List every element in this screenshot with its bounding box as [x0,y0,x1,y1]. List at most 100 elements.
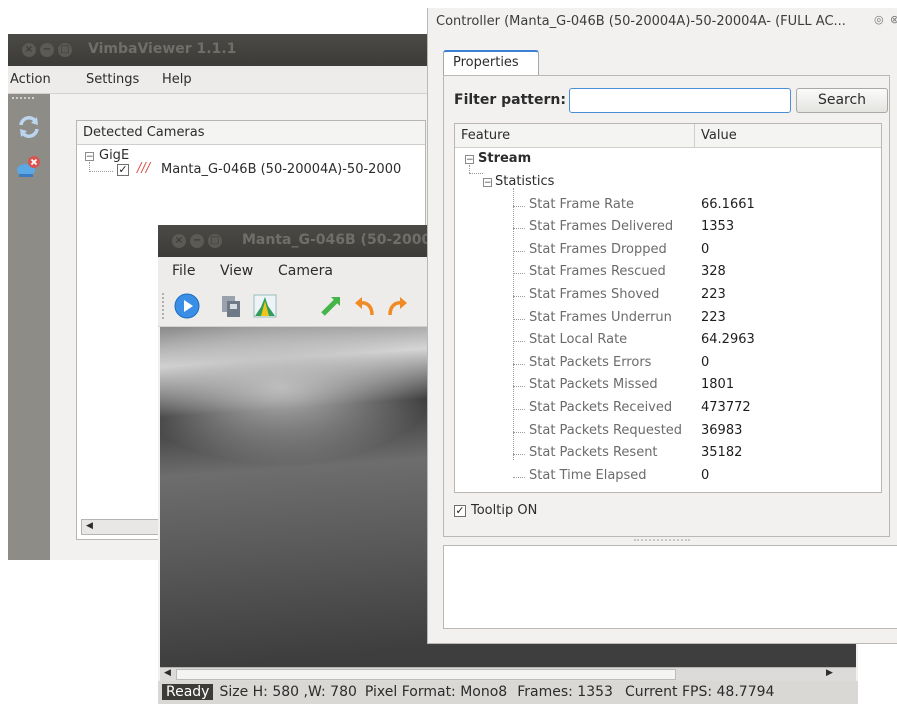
feature-value[interactable]: 0 [701,468,709,483]
search-button[interactable]: Search [796,88,888,113]
splitter-handle[interactable] [634,539,690,541]
filter-input[interactable] [569,88,791,113]
tab-properties-label: Properties [453,55,519,70]
main-menubar: Action Settings Help [8,66,448,94]
camera-status-mark: /// [137,161,151,176]
tree-connector [513,363,525,365]
scroll-right-icon[interactable]: ▶ [826,668,833,678]
camera-tree-item[interactable]: Manta_G-046B (50-20004A)-50-2000 [161,162,401,177]
tree-connector [513,273,525,275]
properties-pane: Filter pattern: Search Feature Value − S… [443,75,890,537]
feature-value[interactable]: 223 [701,287,726,302]
tree-connector [513,386,525,388]
tree-connector [513,341,525,343]
feature-name[interactable]: Stat Packets Requested [529,423,682,438]
tree-connector [513,318,525,320]
tree-connector [513,228,525,230]
feature-name[interactable]: Stat Frames Underrun [529,310,672,325]
tooltip-checkbox[interactable]: ✓ [454,505,466,517]
maximize-icon[interactable]: □ [58,43,72,57]
disconnect-camera-icon[interactable] [15,154,43,180]
close-icon[interactable]: × [22,43,36,57]
close-icon[interactable]: ⊗ [890,13,897,26]
feature-name[interactable]: Stat Packets Received [529,400,672,415]
main-titlebar: × − □ VimbaViewer 1.1.1 [8,34,448,66]
tree-connector [513,296,525,297]
tree-group-gige[interactable]: GigE [99,148,129,163]
feature-name[interactable]: Stat Local Rate [529,332,627,347]
camera-statusbar: Ready Size H: 580 ,W: 780 Pixel Format: Mo… [158,681,858,704]
controller-window: Controller (Manta_G-046B (50-20004A)-50-… [427,8,897,644]
feature-name[interactable]: Stat Frames Rescued [529,264,666,279]
feature-name[interactable]: Stat Frame Rate [529,197,634,212]
tree-connector [513,431,525,433]
image-horizontal-scrollbar[interactable]: ◀ ▶ [160,667,856,681]
status-fps: Current FPS: 48.7794 [624,684,775,700]
save-image-icon[interactable] [218,293,244,319]
feature-value[interactable]: 66.1661 [701,197,755,212]
log-pane [443,545,897,629]
redo-icon[interactable] [384,293,410,319]
status-pixel-format: Pixel Format: Mono8 [364,684,508,700]
feature-value[interactable]: 36983 [701,423,742,438]
menu-settings[interactable]: Settings [86,72,139,87]
refresh-icon[interactable] [16,114,42,140]
feature-name[interactable]: Stat Frames Delivered [529,219,673,234]
column-value[interactable]: Value [695,124,881,148]
rotate-icon[interactable] [318,293,344,319]
subcategory-statistics[interactable]: Statistics [495,174,554,189]
cameras-header: Detected Cameras [77,121,425,145]
feature-value[interactable]: 223 [701,310,726,325]
feature-table: Feature Value − Stream − Statistics Stat… [454,123,882,493]
detach-icon[interactable]: ◎ [874,13,884,26]
scrollbar-thumb[interactable] [176,669,676,680]
collapse-icon[interactable]: − [85,152,94,162]
menu-action[interactable]: Action [10,72,51,87]
tooltip-label: Tooltip ON [471,503,538,518]
menu-help[interactable]: Help [162,72,192,87]
feature-name[interactable]: Stat Frames Dropped [529,242,667,257]
feature-value[interactable]: 0 [701,355,709,370]
menu-view[interactable]: View [220,263,253,279]
scroll-left-icon[interactable]: ◀ [164,668,171,678]
feature-value[interactable]: 328 [701,264,726,279]
feature-value[interactable]: 64.2963 [701,332,755,347]
play-icon[interactable] [174,293,200,319]
filter-label: Filter pattern: [454,92,566,108]
undo-icon[interactable] [352,293,378,319]
status-size: Size H: 580 ,W: 780 [219,684,357,700]
toolbar-grip[interactable] [162,293,164,319]
feature-value[interactable]: 473772 [701,400,751,415]
menu-camera[interactable]: Camera [278,263,333,279]
feature-value[interactable]: 1353 [701,219,734,234]
tree-connector [513,476,525,478]
status-frames: Frames: 1353 [517,684,613,700]
collapse-icon[interactable]: − [483,178,492,188]
minimize-icon[interactable]: − [40,43,54,57]
category-stream[interactable]: Stream [478,151,531,166]
controller-titlebar: Controller (Manta_G-046B (50-20004A)-50-… [428,8,897,36]
feature-value[interactable]: 0 [701,242,709,257]
menu-file[interactable]: File [172,263,195,279]
collapse-icon[interactable]: − [465,155,474,165]
status-ready: Ready [162,684,214,700]
scroll-left-icon[interactable]: ◀ [86,521,93,531]
histogram-icon[interactable] [252,293,278,319]
feature-name[interactable]: Stat Packets Resent [529,445,658,460]
feature-name[interactable]: Stat Packets Errors [529,355,651,370]
minimize-icon[interactable]: − [190,234,204,248]
feature-value[interactable]: 1801 [701,377,734,392]
camera-panel-scrollbar[interactable]: ◀ [81,519,163,535]
column-feature[interactable]: Feature [455,124,695,148]
feature-name[interactable]: Stat Frames Shoved [529,287,659,302]
feature-name[interactable]: Stat Packets Missed [529,377,658,392]
feature-name[interactable]: Stat Time Elapsed [529,468,647,483]
maximize-icon[interactable]: □ [208,234,222,248]
window-title: VimbaViewer 1.1.1 [88,41,237,57]
feature-value[interactable]: 35182 [701,445,742,460]
camera-checkbox[interactable]: ✓ [117,164,129,176]
close-icon[interactable]: × [172,234,186,248]
toolbar-grip[interactable] [12,97,34,99]
tree-connector [513,250,525,252]
tab-properties[interactable]: Properties [443,50,539,76]
